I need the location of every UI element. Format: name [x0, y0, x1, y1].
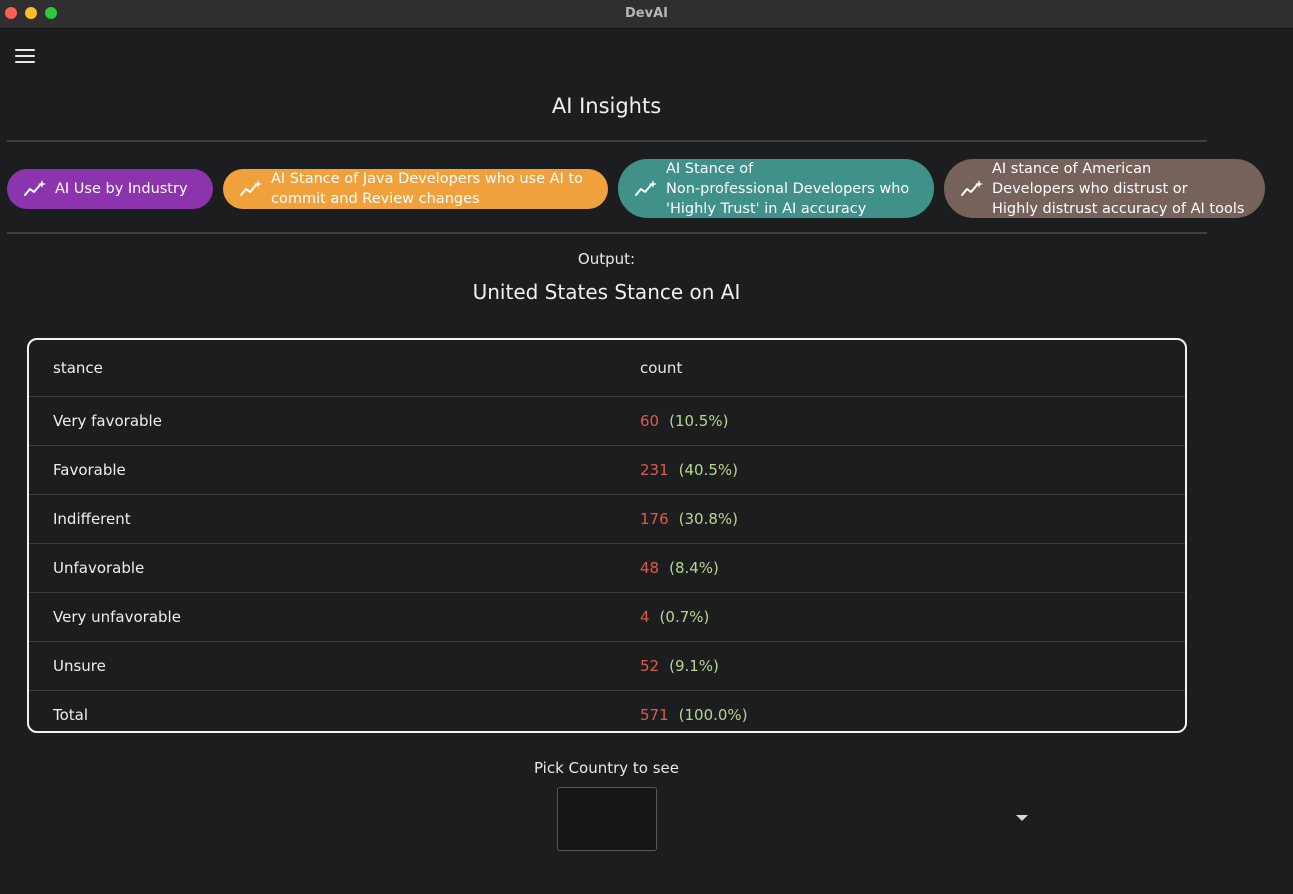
- hamburger-menu-icon[interactable]: [14, 46, 36, 66]
- percent-value: (100.0%): [678, 706, 748, 724]
- table-header-row: stance count: [29, 340, 1185, 397]
- pill-label: AI Stance of Non-professional Developers…: [666, 160, 910, 217]
- output-label: Output:: [577, 250, 636, 268]
- percent-value: (30.8%): [678, 510, 738, 528]
- american-developers-stance-button[interactable]: AI stance of American Developers who dis…: [944, 159, 1265, 218]
- pill-label: AI stance of American Developers who dis…: [992, 160, 1245, 217]
- table-row-total: Total 571 (100.0%): [29, 691, 1185, 731]
- stance-cell: Unsure: [53, 657, 106, 675]
- table-row: Very favorable 60 (10.5%): [29, 397, 1185, 446]
- stance-cell: Unfavorable: [53, 559, 145, 577]
- column-header-count: count: [640, 359, 683, 377]
- count-value: 48: [640, 559, 660, 577]
- table-row: Favorable 231 (40.5%): [29, 446, 1185, 495]
- ai-use-by-industry-button[interactable]: AI Use by Industry: [7, 169, 213, 209]
- percent-value: (10.5%): [669, 412, 729, 430]
- stance-cell: Indifferent: [53, 510, 131, 528]
- count-value: 60: [640, 412, 660, 430]
- stance-cell: Total: [53, 706, 89, 724]
- table-row: Unsure 52 (9.1%): [29, 642, 1185, 691]
- page-title: AI Insights: [551, 94, 662, 118]
- country-picker-label: Pick Country to see: [533, 759, 680, 777]
- percent-value: (40.5%): [678, 461, 738, 479]
- non-professional-developers-stance-button[interactable]: AI Stance of Non-professional Developers…: [618, 159, 934, 218]
- percent-value: (0.7%): [659, 608, 710, 626]
- column-header-stance: stance: [53, 359, 103, 377]
- stance-cell: Very unfavorable: [53, 608, 181, 626]
- stance-cell: Very favorable: [53, 412, 162, 430]
- table-row: Very unfavorable 4 (0.7%): [29, 593, 1185, 642]
- sparkle-chart-icon: [24, 180, 46, 196]
- sparkle-chart-icon: [240, 180, 262, 196]
- count-value: 4: [640, 608, 650, 626]
- count-value: 176: [640, 510, 669, 528]
- count-value: 52: [640, 657, 660, 675]
- pill-label: AI Stance of Java Developers who use AI …: [271, 171, 583, 207]
- divider: [7, 140, 1207, 142]
- sparkle-chart-icon: [635, 179, 657, 196]
- table-row: Unfavorable 48 (8.4%): [29, 544, 1185, 593]
- percent-value: (8.4%): [669, 559, 719, 577]
- result-title: United States Stance on AI: [472, 280, 741, 304]
- dropdown-arrow-icon[interactable]: [1016, 815, 1028, 821]
- window-titlebar: DevAI: [0, 0, 1293, 29]
- count-value: 571: [640, 706, 669, 724]
- stance-table: stance count Very favorable 60 (10.5%) Fa…: [27, 338, 1187, 733]
- stance-cell: Favorable: [53, 461, 126, 479]
- count-value: 231: [640, 461, 669, 479]
- window-title: DevAI: [625, 6, 668, 21]
- table-row: Indifferent 176 (30.8%): [29, 495, 1185, 544]
- java-developers-stance-button[interactable]: AI Stance of Java Developers who use AI …: [223, 169, 608, 209]
- sparkle-chart-icon: [961, 179, 983, 196]
- percent-value: (9.1%): [669, 657, 719, 675]
- pill-label: AI Use by Industry: [55, 181, 188, 197]
- divider: [7, 232, 1207, 234]
- country-select[interactable]: [557, 787, 657, 851]
